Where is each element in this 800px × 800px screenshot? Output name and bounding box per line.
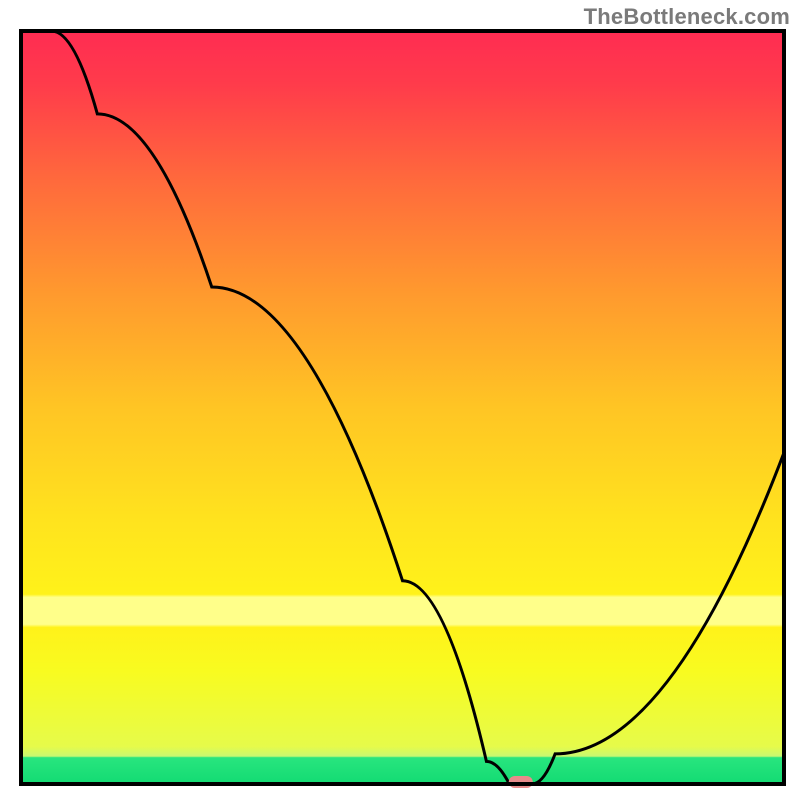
bottleneck-chart [0, 0, 800, 800]
plot-background [21, 31, 784, 784]
chart-container: TheBottleneck.com [0, 0, 800, 800]
